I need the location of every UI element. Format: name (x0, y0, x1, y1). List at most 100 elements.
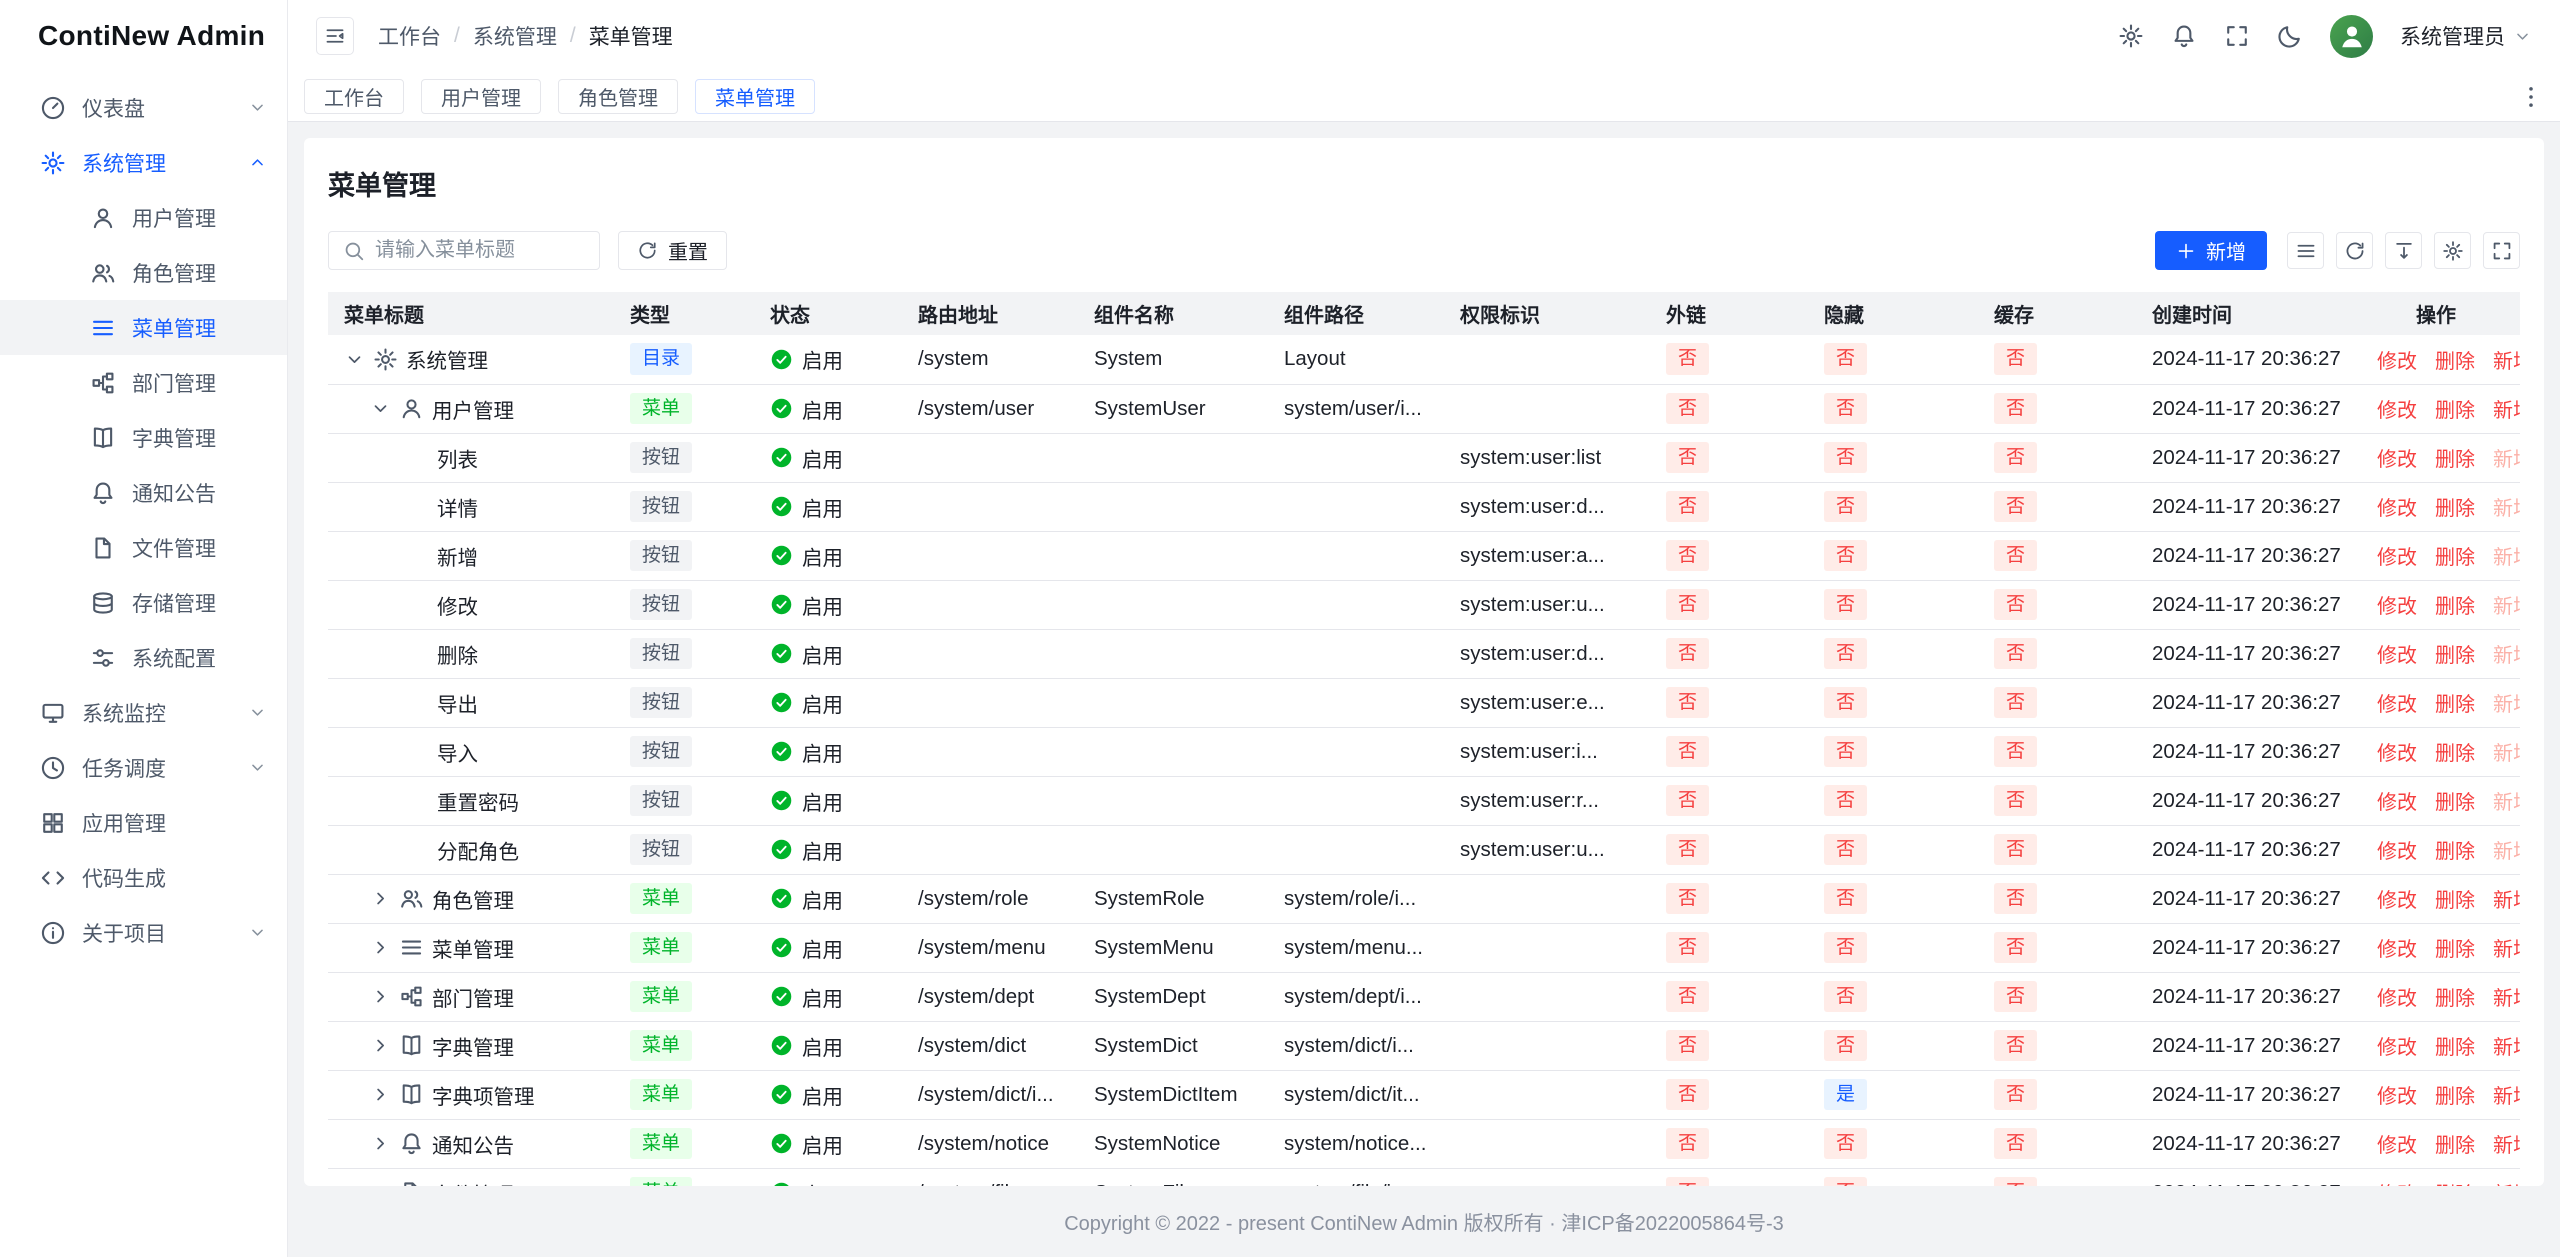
add-link[interactable]: 新增 (2493, 841, 2520, 863)
add-link[interactable]: 新增 (2493, 645, 2520, 667)
edit-link[interactable]: 修改 (2377, 743, 2417, 765)
delete-link[interactable]: 删除 (2435, 400, 2475, 422)
delete-link[interactable]: 删除 (2435, 351, 2475, 373)
delete-link[interactable]: 删除 (2435, 547, 2475, 569)
edit-link[interactable]: 修改 (2377, 498, 2417, 520)
dark-mode-moon-icon[interactable] (2277, 23, 2303, 49)
delete-link[interactable]: 删除 (2435, 1037, 2475, 1059)
logo[interactable]: ContiNew Admin (0, 0, 287, 72)
edit-link[interactable]: 修改 (2377, 645, 2417, 667)
delete-link[interactable]: 删除 (2435, 596, 2475, 618)
delete-link[interactable]: 删除 (2435, 939, 2475, 961)
edit-link[interactable]: 修改 (2377, 1086, 2417, 1108)
tab-menu[interactable]: 菜单管理 (695, 79, 815, 114)
delete-link[interactable]: 删除 (2435, 890, 2475, 912)
expand-toggle[interactable] (370, 937, 391, 958)
expand-toggle[interactable] (370, 986, 391, 1007)
sidebar-item-codegen[interactable]: 代码生成 (0, 850, 287, 905)
edit-link[interactable]: 修改 (2377, 890, 2417, 912)
user-menu[interactable]: 系统管理员 (2400, 21, 2532, 51)
delete-link[interactable]: 删除 (2435, 449, 2475, 471)
fullscreen-icon[interactable] (2224, 23, 2250, 49)
sidebar-item-user[interactable]: 用户管理 (0, 190, 287, 245)
edit-link[interactable]: 修改 (2377, 939, 2417, 961)
delete-link[interactable]: 删除 (2435, 792, 2475, 814)
edit-link[interactable]: 修改 (2377, 1135, 2417, 1157)
delete-link[interactable]: 删除 (2435, 988, 2475, 1010)
edit-link[interactable]: 修改 (2377, 694, 2417, 716)
add-link[interactable]: 新增 (2493, 694, 2520, 716)
sidebar-collapse-button[interactable] (316, 17, 354, 55)
edit-link[interactable]: 修改 (2377, 547, 2417, 569)
sidebar-item-config[interactable]: 系统配置 (0, 630, 287, 685)
edit-link[interactable]: 修改 (2377, 792, 2417, 814)
expand-toggle[interactable] (370, 1133, 391, 1154)
delete-link[interactable]: 删除 (2435, 1086, 2475, 1108)
edit-link[interactable]: 修改 (2377, 988, 2417, 1010)
tab-more-icon[interactable] (2518, 84, 2544, 110)
notification-bell-icon[interactable] (2171, 23, 2197, 49)
add-link[interactable]: 新增 (2493, 596, 2520, 618)
add-link[interactable]: 新增 (2493, 939, 2520, 961)
breadcrumb-item[interactable]: 系统管理 (473, 21, 557, 51)
expand-toggle[interactable] (370, 1035, 391, 1056)
edit-link[interactable]: 修改 (2377, 449, 2417, 471)
sidebar-item-menu[interactable]: 菜单管理 (0, 300, 287, 355)
add-link[interactable]: 新增 (2493, 400, 2520, 422)
cell-component-path (1268, 678, 1444, 727)
sidebar-item-system[interactable]: 系统管理 (0, 135, 287, 190)
list-view-button[interactable] (2287, 232, 2324, 269)
add-link[interactable]: 新增 (2493, 1086, 2520, 1108)
sidebar-item-app[interactable]: 应用管理 (0, 795, 287, 850)
sidebar-item-dict[interactable]: 字典管理 (0, 410, 287, 465)
delete-link[interactable]: 删除 (2435, 645, 2475, 667)
delete-link[interactable]: 删除 (2435, 1135, 2475, 1157)
delete-link[interactable]: 删除 (2435, 498, 2475, 520)
settings-icon[interactable] (2118, 23, 2144, 49)
table-fullscreen-button[interactable] (2483, 232, 2520, 269)
add-link[interactable]: 新增 (2493, 890, 2520, 912)
reset-button[interactable]: 重置 (618, 231, 727, 270)
sidebar-item-schedule[interactable]: 任务调度 (0, 740, 287, 795)
add-link[interactable]: 新增 (2493, 743, 2520, 765)
add-link[interactable]: 新增 (2493, 498, 2520, 520)
add-link[interactable]: 新增 (2493, 988, 2520, 1010)
edit-link[interactable]: 修改 (2377, 1037, 2417, 1059)
sidebar-item-dashboard[interactable]: 仪表盘 (0, 80, 287, 135)
delete-link[interactable]: 删除 (2435, 841, 2475, 863)
delete-link[interactable]: 删除 (2435, 694, 2475, 716)
sidebar-item-notice[interactable]: 通知公告 (0, 465, 287, 520)
avatar[interactable] (2330, 15, 2373, 58)
tab-user[interactable]: 用户管理 (421, 79, 541, 114)
sidebar-item-storage[interactable]: 存储管理 (0, 575, 287, 630)
sidebar-item-dept[interactable]: 部门管理 (0, 355, 287, 410)
add-link[interactable]: 新增 (2493, 1037, 2520, 1059)
sidebar-item-file[interactable]: 文件管理 (0, 520, 287, 575)
edit-link[interactable]: 修改 (2377, 596, 2417, 618)
sidebar-item-monitor[interactable]: 系统监控 (0, 685, 287, 740)
expand-toggle[interactable] (370, 888, 391, 909)
expand-toggle[interactable] (370, 1084, 391, 1105)
search-input[interactable] (375, 239, 585, 262)
tab-workplace[interactable]: 工作台 (304, 79, 404, 114)
sidebar-item-about[interactable]: 关于项目 (0, 905, 287, 960)
add-link[interactable]: 新增 (2493, 792, 2520, 814)
edit-link[interactable]: 修改 (2377, 351, 2417, 373)
refresh-table-button[interactable] (2336, 232, 2373, 269)
breadcrumb-item[interactable]: 菜单管理 (589, 21, 673, 51)
add-link[interactable]: 新增 (2493, 1135, 2520, 1157)
add-link[interactable]: 新增 (2493, 547, 2520, 569)
sidebar-item-role[interactable]: 角色管理 (0, 245, 287, 300)
expand-toggle[interactable] (370, 398, 391, 419)
breadcrumb-item[interactable]: 工作台 (378, 21, 441, 51)
tab-role[interactable]: 角色管理 (558, 79, 678, 114)
add-link[interactable]: 新增 (2493, 351, 2520, 373)
expand-toggle[interactable] (344, 349, 365, 370)
edit-link[interactable]: 修改 (2377, 841, 2417, 863)
column-settings-button[interactable] (2434, 232, 2471, 269)
edit-link[interactable]: 修改 (2377, 400, 2417, 422)
row-height-button[interactable] (2385, 232, 2422, 269)
add-button[interactable]: 新增 (2155, 231, 2267, 270)
delete-link[interactable]: 删除 (2435, 743, 2475, 765)
add-link[interactable]: 新增 (2493, 449, 2520, 471)
